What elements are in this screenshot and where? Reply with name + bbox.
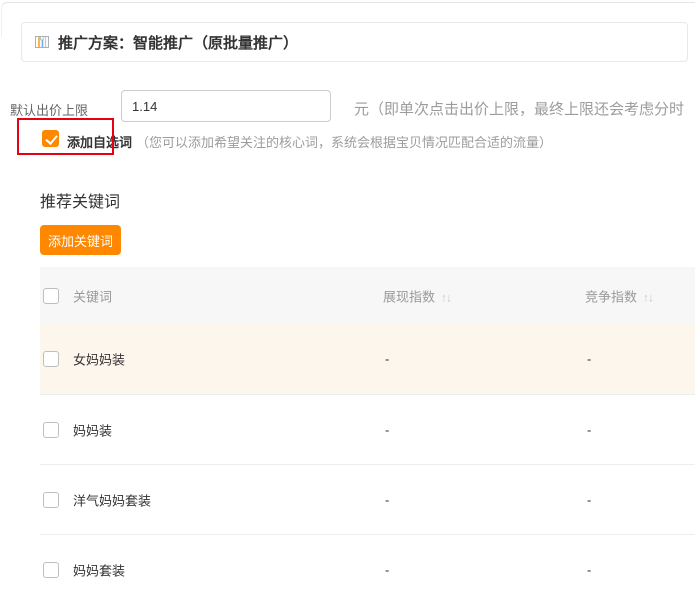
competition-sort-icon[interactable]: ↑↓ — [643, 290, 653, 304]
row-checkbox[interactable] — [43, 492, 59, 508]
bid-limit-input[interactable] — [121, 90, 331, 122]
bid-limit-label: 默认出价上限 — [10, 100, 88, 119]
keyword-cell: 妈妈装 — [73, 420, 112, 439]
bid-limit-note: 元（即单次点击出价上限，最终上限还会考虑分时 — [354, 98, 684, 119]
add-custom-words-checkbox[interactable] — [42, 130, 59, 147]
plan-title: 推广方案：智能推广（原批量推广） — [58, 32, 298, 53]
row-checkbox[interactable] — [43, 351, 59, 367]
recommended-keywords-title: 推荐关键词 — [40, 188, 120, 212]
table-row: 洋气妈妈套装 - - — [40, 464, 695, 534]
competition-cell: - — [587, 492, 591, 507]
column-header-keyword: 关键词 — [73, 286, 112, 305]
column-header-impression: 展现指数↑↓ — [383, 286, 451, 305]
keyword-cell: 洋气妈妈套装 — [73, 490, 151, 509]
impression-sort-icon[interactable]: ↑↓ — [441, 290, 451, 304]
keyword-table-body: 女妈妈装 - - 妈妈装 - - 洋气妈妈套装 - - 妈妈套装 - - — [40, 324, 695, 604]
add-keyword-button[interactable]: 添加关键词 — [40, 225, 121, 255]
plan-header-card: 推广方案：智能推广（原批量推广） — [21, 22, 688, 62]
impression-cell: - — [385, 352, 389, 367]
table-row: 妈妈装 - - — [40, 394, 695, 464]
smart-promotion-page: { "header": { "title": "推广方案：智能推广（原批量推广）… — [0, 0, 695, 603]
keyword-cell: 女妈妈装 — [73, 350, 125, 369]
competition-cell: - — [587, 562, 591, 577]
competition-cell: - — [587, 352, 591, 367]
impression-cell: - — [385, 492, 389, 507]
keyword-table-header: 关键词 展现指数↑↓ 竞争指数↑↓ — [40, 267, 695, 324]
add-custom-words-label: 添加自选词 — [67, 132, 132, 151]
competition-cell: - — [587, 422, 591, 437]
keyword-cell: 妈妈套装 — [73, 560, 125, 579]
plan-icon — [34, 34, 50, 50]
row-checkbox[interactable] — [43, 562, 59, 578]
table-row: 女妈妈装 - - — [40, 324, 695, 394]
impression-cell: - — [385, 562, 389, 577]
keyword-table: 关键词 展现指数↑↓ 竞争指数↑↓ 女妈妈装 - - 妈妈装 - - 洋气妈妈套… — [40, 267, 695, 604]
table-row: 妈妈套装 - - — [40, 534, 695, 604]
row-checkbox[interactable] — [43, 422, 59, 438]
impression-cell: - — [385, 422, 389, 437]
add-custom-words-hint: （您可以添加希望关注的核心词，系统会根据宝贝情况匹配合适的流量） — [136, 132, 552, 151]
select-all-checkbox[interactable] — [43, 288, 59, 304]
column-header-competition: 竞争指数↑↓ — [585, 286, 653, 305]
